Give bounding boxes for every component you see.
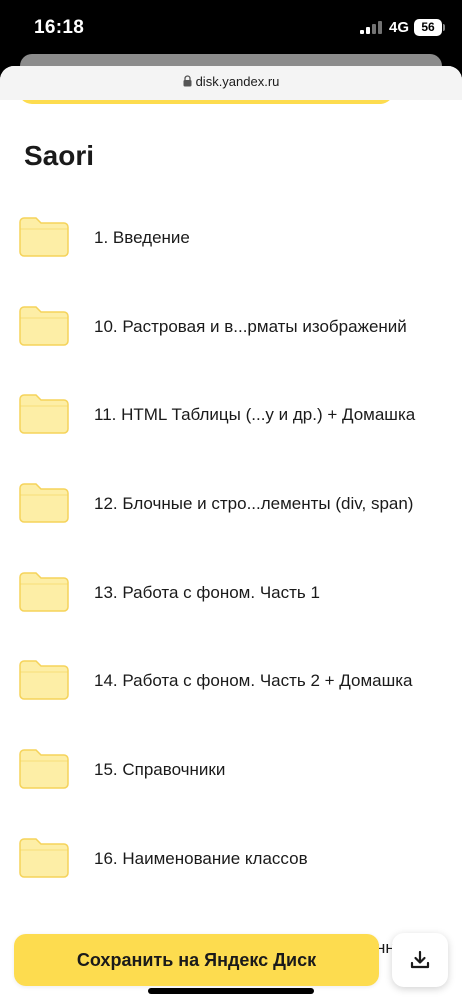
browser-sheet: disk.yandex.ru Saori 1. Введение 10. Раст… — [0, 66, 462, 1000]
file-name: 13. Работа с фоном. Часть 1 — [94, 582, 320, 602]
lock-icon — [183, 75, 192, 87]
signal-icon — [360, 21, 384, 34]
file-name: 14. Работа с фоном. Часть 2 + Домашка — [94, 671, 413, 691]
battery-icon: 56 — [414, 19, 442, 36]
file-row[interactable]: 10. Растровая и в...рматы изображений — [0, 281, 462, 370]
folder-icon — [19, 749, 69, 789]
page-title: Saori — [24, 140, 95, 171]
folder-icon — [19, 394, 69, 435]
status-bar: 16:18 4G 56 — [0, 0, 462, 58]
file-name: 12. Блочные и стро...лементы (div, span) — [94, 494, 414, 514]
file-row[interactable]: 13. Работа с фоном. Часть 1 — [0, 547, 462, 636]
folder-icon — [19, 305, 69, 346]
save-to-disk-button[interactable]: Сохранить на Яндекс Диск — [14, 934, 379, 986]
file-row[interactable]: 15. Справочники — [0, 724, 462, 813]
network-type: 4G — [389, 19, 410, 36]
folder-icon — [19, 838, 69, 878]
folder-icon — [19, 660, 69, 701]
file-name: 16. Наименование классов — [94, 848, 308, 868]
file-name: 1. Введение — [94, 228, 190, 247]
address-bar[interactable]: disk.yandex.ru — [0, 66, 462, 100]
file-row[interactable]: 12. Блочные и стро...лементы (div, span) — [0, 458, 462, 547]
folder-icon — [19, 572, 69, 612]
file-name: 10. Растровая и в...рматы изображений — [94, 316, 407, 336]
download-button[interactable] — [392, 933, 448, 987]
file-row[interactable]: 14. Работа с фоном. Часть 2 + Домашка — [0, 635, 462, 724]
download-icon — [410, 950, 430, 969]
battery-tip — [443, 24, 445, 31]
phone-screen: 16:18 4G 56 disk.yandex.ru Saori 1. Введ… — [0, 0, 462, 1000]
file-row[interactable]: 11. HTML Таблицы (...у и др.) + Домашка — [0, 369, 462, 458]
file-row[interactable]: 1. Введение — [0, 192, 462, 281]
home-indicator — [148, 988, 314, 994]
folder-icon — [19, 483, 69, 523]
status-time: 16:18 — [34, 17, 85, 38]
file-list: 1. Введение 10. Растровая и в...рматы изо… — [0, 192, 462, 902]
file-name: 11. HTML Таблицы (...у и др.) + Домашка — [94, 405, 416, 425]
file-row[interactable]: 16. Наименование классов — [0, 813, 462, 902]
file-name: 15. Справочники — [94, 760, 226, 780]
folder-icon — [19, 217, 69, 257]
url-text: disk.yandex.ru — [195, 74, 280, 89]
